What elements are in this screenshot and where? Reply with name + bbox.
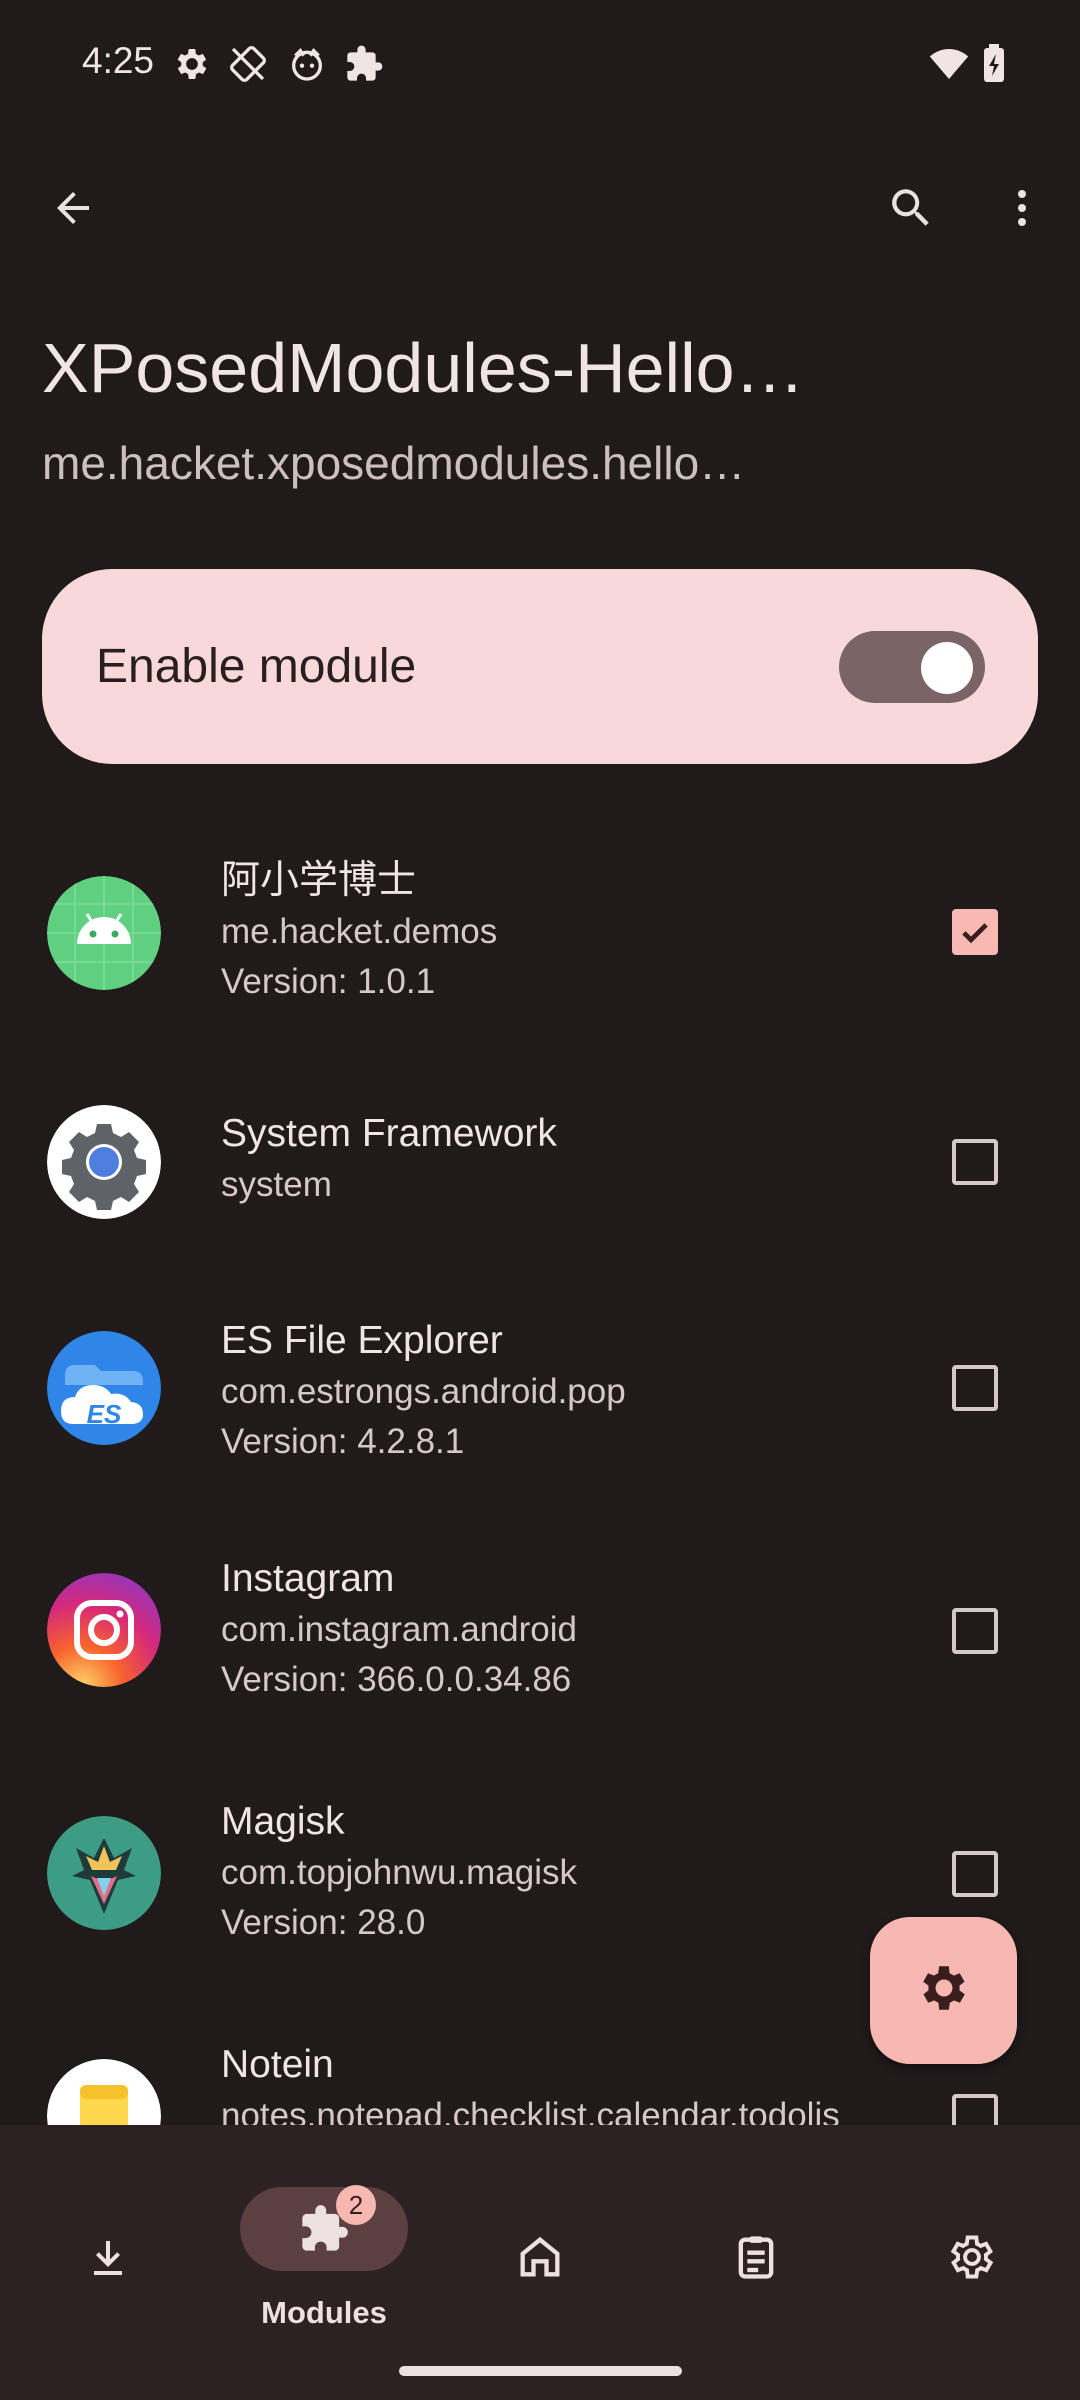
more-vert-icon: [998, 184, 1046, 237]
list-item[interactable]: 阿小学博士 me.hacket.demos Version: 1.0.1: [0, 800, 1080, 1030]
top-app-bar: [0, 160, 1080, 260]
nav-item-modules[interactable]: 2 Modules: [216, 2155, 432, 2330]
battery-charging-icon: [982, 44, 1006, 84]
app-version: Version: 1.0.1: [221, 962, 436, 1001]
app-name: ES File Explorer: [221, 1319, 503, 1362]
app-checkbox[interactable]: [952, 1365, 998, 1411]
app-package: notes.notepad.checklist.calendar.todolis: [221, 2096, 840, 2125]
app-info: Magisk com.topjohnwu.magisk Version: 28.…: [221, 1796, 921, 1948]
app-package: system: [221, 1165, 332, 1204]
system-settings-icon: [47, 1105, 161, 1219]
nav-item-settings[interactable]: [864, 2155, 1080, 2315]
app-name: Notein: [221, 2043, 334, 2086]
list-item[interactable]: ES ES File Explorer com.estrongs.android…: [0, 1260, 1080, 1490]
home-icon: [510, 2227, 570, 2287]
app-package: com.instagram.android: [221, 1610, 577, 1649]
app-name: Instagram: [221, 1557, 395, 1600]
app-checkbox[interactable]: [952, 2094, 998, 2125]
app-info: System Framework system: [221, 1108, 921, 1210]
page-title: XPosedModules-Hello…: [42, 329, 805, 407]
app-version: Version: 28.0: [221, 1903, 426, 1942]
app-name: Magisk: [221, 1800, 345, 1843]
enable-module-switch[interactable]: [839, 631, 985, 703]
magisk-icon: [47, 1816, 161, 1930]
download-icon: [78, 2227, 138, 2287]
enable-module-card[interactable]: Enable module: [42, 569, 1038, 764]
home-gesture-bar[interactable]: [399, 2366, 682, 2376]
android-app-icon: [47, 876, 161, 990]
nav-item-logs[interactable]: [648, 2155, 864, 2315]
arrow-back-icon: [49, 184, 97, 237]
app-info: ES File Explorer com.estrongs.android.po…: [221, 1315, 921, 1467]
status-time: 4:25: [82, 40, 155, 81]
logs-clipboard-icon: [726, 2227, 786, 2287]
status-bar: 4:25: [0, 0, 1080, 128]
bottom-navigation: 2 Modules: [0, 2125, 1080, 2400]
page-subtitle: me.hacket.xposedmodules.hello…: [42, 437, 746, 489]
app-info: Notein notes.notepad.checklist.calendar.…: [221, 2039, 921, 2125]
settings-gear-icon: [942, 2227, 1002, 2287]
settings-fab[interactable]: [870, 1917, 1017, 2064]
app-name: System Framework: [221, 1112, 557, 1155]
search-icon: [886, 183, 936, 238]
switch-knob: [921, 642, 973, 694]
app-version: Version: 4.2.8.1: [221, 1422, 465, 1461]
app-name: 阿小学博士: [221, 859, 417, 902]
app-info: Instagram com.instagram.android Version:…: [221, 1553, 921, 1705]
instagram-icon: [47, 1573, 161, 1687]
app-checkbox[interactable]: [952, 909, 998, 955]
nav-item-home[interactable]: [432, 2155, 648, 2315]
puzzle-icon: [344, 44, 384, 84]
notein-icon: [47, 2059, 161, 2125]
list-item[interactable]: Instagram com.instagram.android Version:…: [0, 1500, 1080, 1730]
nav-item-repository[interactable]: [0, 2155, 216, 2315]
app-version: Version: 366.0.0.34.86: [221, 1660, 572, 1699]
app-checkbox[interactable]: [952, 1851, 998, 1897]
settings-gear-icon: [172, 44, 212, 84]
fox-face-icon: [287, 44, 327, 84]
no-touch-icon: [228, 44, 268, 84]
app-package: me.hacket.demos: [221, 912, 498, 951]
app-checkbox[interactable]: [952, 1608, 998, 1654]
app-package: com.topjohnwu.magisk: [221, 1853, 577, 1892]
modules-count-badge: 2: [336, 2185, 376, 2225]
search-button[interactable]: [876, 175, 946, 245]
settings-gear-icon: [915, 1959, 973, 2022]
app-info: 阿小学博士 me.hacket.demos Version: 1.0.1: [221, 855, 921, 1007]
svg-text:ES: ES: [87, 1399, 122, 1429]
list-item[interactable]: System Framework system: [0, 1030, 1080, 1260]
wifi-icon: [928, 44, 969, 84]
enable-module-label: Enable module: [96, 640, 417, 693]
app-checkbox[interactable]: [952, 1139, 998, 1185]
nav-label-modules: Modules: [261, 2295, 387, 2330]
app-package: com.estrongs.android.pop: [221, 1372, 626, 1411]
more-options-button[interactable]: [987, 175, 1057, 245]
back-button[interactable]: [38, 175, 108, 245]
es-file-explorer-icon: ES: [47, 1331, 161, 1445]
